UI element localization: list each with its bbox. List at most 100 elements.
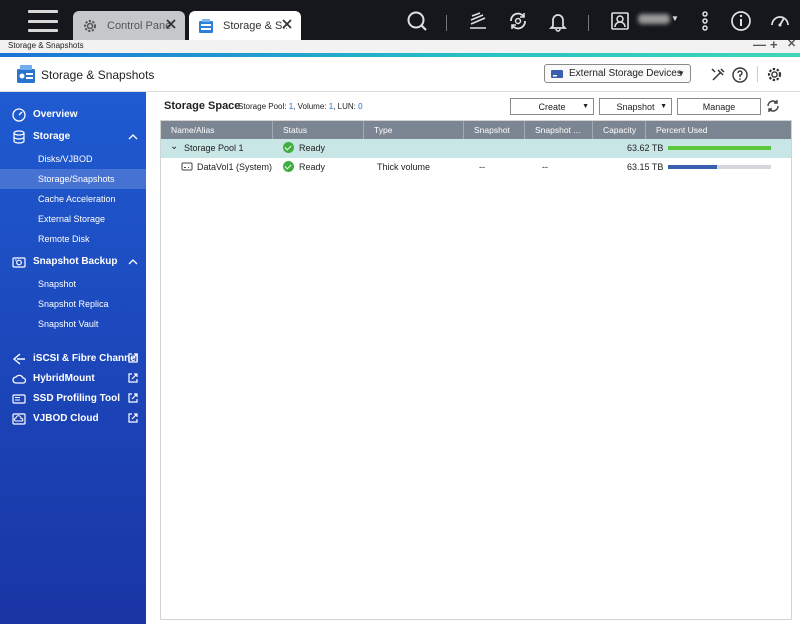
tab-label: Storage & S...	[223, 19, 287, 32]
snapshot-text: --	[479, 162, 485, 172]
sidebar-item-label: SSD Profiling Tool	[33, 393, 121, 404]
app-header: Storage & Snapshots External Storage Dev…	[0, 57, 800, 92]
settings-gear-icon[interactable]	[766, 66, 783, 83]
chevron-up-icon[interactable]	[127, 131, 139, 143]
sidebar-item-vjbod-cloud[interactable]: VJBOD Cloud	[0, 409, 146, 429]
external-drive-icon	[550, 68, 564, 80]
sidebar-item-label: iSCSI & Fibre Channel	[33, 353, 139, 364]
usage-bar	[668, 146, 771, 150]
tools-icon[interactable]	[709, 66, 726, 83]
database-icon	[12, 130, 26, 144]
table-row[interactable]: DataVol1 (System) Ready Thick volume -- …	[161, 158, 791, 177]
sidebar-item-label: VJBOD Cloud	[33, 413, 99, 424]
tab-storage-snapshots[interactable]: Storage & S...	[189, 11, 301, 40]
snapshot-icon	[12, 255, 26, 269]
capacity-text: 63.15 TB	[627, 162, 664, 172]
sidebar-item-external-storage[interactable]: External Storage	[0, 209, 146, 229]
usage-bar-fill	[668, 165, 718, 169]
user-icon[interactable]	[608, 9, 632, 33]
sidebar-item-ssd-profiling-tool[interactable]: SSD Profiling Tool	[0, 389, 146, 409]
check-icon	[283, 142, 294, 153]
chevron-down-icon: ▼	[660, 103, 667, 110]
snapshot2-text: --	[542, 162, 548, 172]
sidebar-item-storage[interactable]: Storage	[0, 127, 146, 147]
column-header-capacity[interactable]: Capacity	[593, 121, 646, 139]
bell-icon[interactable]	[546, 9, 570, 33]
sidebar-item-label: External Storage	[38, 214, 106, 224]
storage-summary: Storage Pool: 1, Volume: 1, LUN: 0	[238, 102, 363, 111]
external-storage-devices-button[interactable]: External Storage Devices ▼	[544, 64, 691, 83]
divider	[588, 15, 589, 31]
chevron-down-icon[interactable]: ⌄	[170, 141, 178, 152]
search-icon[interactable]	[405, 9, 429, 33]
vjbod-cloud-icon	[12, 412, 26, 426]
pool-name: Storage Pool 1	[184, 143, 244, 153]
column-header-snapshot[interactable]: Snapshot	[464, 121, 525, 139]
sidebar-item-snapshot[interactable]: Snapshot	[0, 274, 146, 294]
sidebar-item-label: Snapshot Replica	[38, 299, 109, 309]
chevron-up-icon[interactable]	[127, 256, 139, 268]
snapshot-button[interactable]: Snapshot ▼	[599, 98, 672, 115]
manage-button[interactable]: Manage	[677, 98, 761, 115]
external-storage-label: External Storage Devices	[569, 68, 682, 79]
close-icon[interactable]	[163, 16, 179, 32]
close-icon[interactable]	[279, 16, 295, 32]
sidebar-item-label: Storage/Snapshots	[38, 174, 115, 184]
type-text: Thick volume	[377, 162, 431, 172]
sidebar-item-hybridmount[interactable]: HybridMount	[0, 369, 146, 389]
pool-label: Storage Pool:	[238, 102, 289, 111]
username-blurred[interactable]	[638, 14, 670, 24]
external-link-icon[interactable]	[127, 412, 139, 424]
sidebar-item-snapshot-replica[interactable]: Snapshot Replica	[0, 294, 146, 314]
gauge-icon	[12, 108, 26, 122]
dashboard-icon[interactable]	[768, 9, 792, 33]
manage-label: Manage	[702, 101, 736, 112]
close-button[interactable]: ✕	[787, 38, 796, 51]
sidebar-item-label: HybridMount	[33, 373, 95, 384]
more-icon[interactable]	[693, 9, 717, 33]
sidebar-item-snapshot-vault[interactable]: Snapshot Vault	[0, 314, 146, 334]
sidebar-item-overview[interactable]: Overview	[0, 105, 146, 125]
column-header-percent-used[interactable]: Percent Used	[646, 121, 791, 139]
cloud-icon	[12, 372, 26, 386]
column-header-snapshot-2[interactable]: Snapshot ...	[525, 121, 593, 139]
sync-icon[interactable]	[506, 9, 530, 33]
sidebar-item-storage-snapshots[interactable]: Storage/Snapshots	[0, 169, 146, 189]
sidebar-item-label: Storage	[33, 131, 71, 142]
page-title: Storage Space	[164, 100, 241, 112]
external-link-icon[interactable]	[127, 392, 139, 404]
sidebar: Overview Storage Disks/VJBOD Storage/Sna…	[0, 92, 146, 624]
external-link-icon[interactable]	[127, 352, 139, 364]
capacity-text: 63.62 TB	[627, 143, 664, 153]
window-title: Storage & Snapshots	[8, 41, 84, 50]
storage-icon	[197, 17, 215, 35]
sidebar-item-remote-disk[interactable]: Remote Disk	[0, 229, 146, 249]
sidebar-item-cache-acceleration[interactable]: Cache Acceleration	[0, 189, 146, 209]
storage-table: Name/Alias Status Type Snapshot Snapshot…	[160, 120, 792, 620]
window-title-bar: Storage & Snapshots — + ✕	[0, 38, 800, 53]
create-label: Create	[538, 101, 566, 112]
column-header-name[interactable]: Name/Alias	[161, 121, 273, 139]
table-row[interactable]: ⌄ Storage Pool 1 Ready 63.62 TB	[161, 139, 791, 158]
main-menu-icon[interactable]	[28, 10, 58, 32]
snapshot-label: Snapshot	[616, 101, 655, 112]
check-icon	[283, 161, 294, 172]
column-header-status[interactable]: Status	[273, 121, 364, 139]
column-header-type[interactable]: Type	[364, 121, 464, 139]
maximize-button[interactable]: +	[770, 38, 778, 51]
create-button[interactable]: Create ▼	[510, 98, 594, 115]
sidebar-item-disks-vjbod[interactable]: Disks/VJBOD	[0, 149, 146, 169]
divider	[446, 15, 447, 31]
external-link-icon[interactable]	[127, 372, 139, 384]
taskbar: Control Panel Storage & S... ▼	[0, 0, 800, 40]
info-icon[interactable]	[729, 9, 753, 33]
tab-control-panel[interactable]: Control Panel	[73, 11, 185, 40]
sidebar-item-iscsi-fibre-channel[interactable]: iSCSI & Fibre Channel	[0, 349, 146, 369]
refresh-icon[interactable]	[765, 98, 781, 114]
tasks-icon[interactable]	[466, 9, 490, 33]
sidebar-item-snapshot-backup[interactable]: Snapshot Backup	[0, 252, 146, 272]
volume-name: DataVol1 (System)	[197, 162, 273, 172]
help-icon[interactable]	[731, 66, 748, 83]
chevron-down-icon[interactable]: ▼	[671, 14, 679, 23]
minimize-button[interactable]: —	[753, 38, 766, 51]
